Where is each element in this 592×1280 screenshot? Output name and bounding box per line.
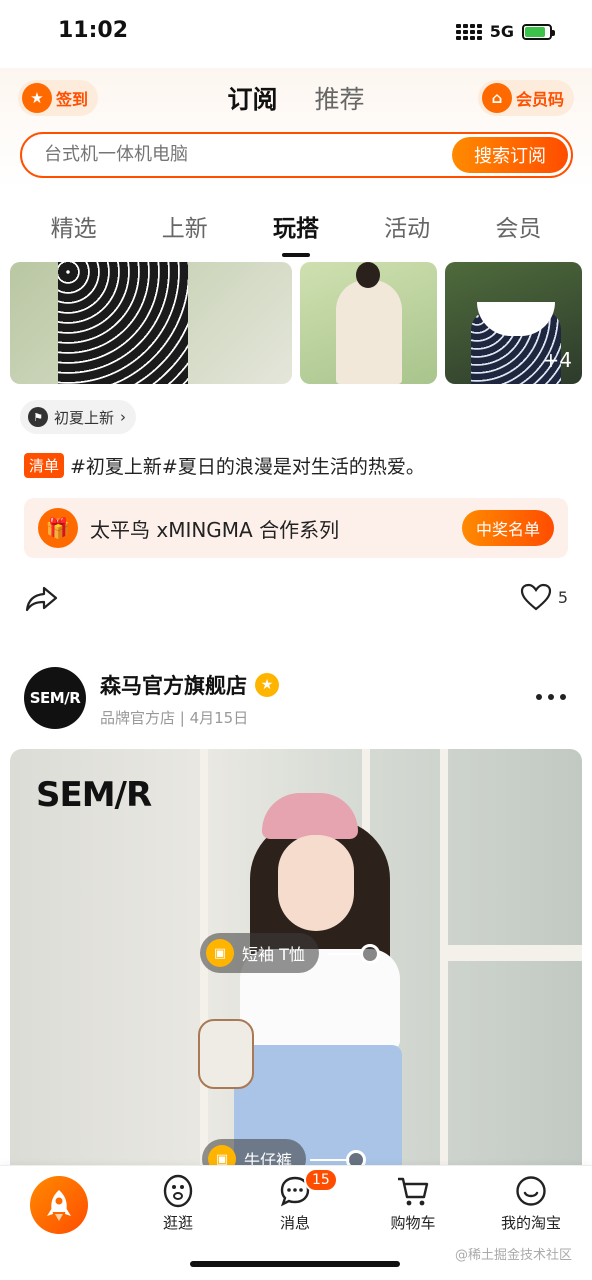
list-badge: 清单 — [24, 453, 65, 478]
member-code-label: 会员码 — [515, 90, 564, 109]
rocket-icon — [47, 1190, 71, 1221]
store-name-label: 森马官方旗舰店 — [100, 674, 247, 698]
tab-browse-label: 逛逛 — [162, 1214, 193, 1232]
topic-tag-label: 初夏上新 — [54, 408, 115, 427]
tab-recommend[interactable]: 推荐 — [315, 80, 365, 116]
share-icon[interactable] — [24, 585, 58, 613]
cart-icon — [396, 1174, 430, 1208]
verified-icon: ★ — [255, 673, 279, 697]
topic-tag[interactable]: ⚑ 初夏上新 › — [20, 400, 137, 434]
search-button[interactable]: 搜索订阅 — [452, 137, 568, 173]
heart-icon — [520, 583, 551, 611]
product-tag-tshirt[interactable]: ▣ 短袖 T恤 — [200, 933, 319, 973]
avatar[interactable]: SEM/R — [24, 667, 86, 729]
status-time: 11:02 — [58, 18, 129, 43]
battery-icon — [522, 23, 555, 40]
header: ★ 签到 订阅 推荐 ⌂ 会员码 搜索订阅 — [0, 68, 592, 188]
post-photo-2[interactable] — [300, 262, 437, 384]
member-code-icon: ⌂ — [481, 83, 512, 113]
post-main-photo[interactable]: SEM/R ▣ 短袖 T恤 ▣ 牛仔裤 — [10, 749, 582, 1179]
home-indicator[interactable] — [190, 1261, 400, 1267]
tab-featured[interactable]: 精选 — [51, 209, 97, 243]
promo-text: 太平鸟 xMINGMA 合作系列 — [90, 517, 340, 542]
product-tag-label: 短袖 T恤 — [242, 945, 305, 964]
browse-icon — [161, 1174, 195, 1208]
more-photos-count: +4 — [542, 348, 572, 372]
store-name[interactable]: 森马官方旗舰店 ★ — [100, 670, 279, 700]
network-type: 5G — [489, 22, 514, 41]
watermark: @稀土掘金技术社区 — [454, 1248, 572, 1263]
tab-subscribe[interactable]: 订阅 — [227, 80, 277, 116]
tab-browse[interactable]: 逛逛 — [133, 1174, 223, 1233]
profile-icon — [514, 1174, 548, 1208]
winners-list-button[interactable]: 中奖名单 — [461, 510, 554, 546]
tab-messages-label: 消息 — [279, 1214, 310, 1232]
gift-icon: 🎁 — [38, 508, 78, 548]
member-code-button[interactable]: ⌂ 会员码 — [477, 80, 574, 116]
unread-badge: 15 — [304, 1168, 338, 1192]
chevron-right-icon: › — [120, 408, 127, 426]
tab-cart-label: 购物车 — [390, 1214, 436, 1232]
brand-logo: SEM/R — [36, 775, 152, 815]
tab-my-taobao-label: 我的淘宝 — [500, 1214, 561, 1232]
tab-cart[interactable]: 购物车 — [368, 1174, 458, 1233]
post-photo-3[interactable]: +4 — [445, 262, 582, 384]
tab-activities[interactable]: 活动 — [384, 209, 430, 243]
tab-outfits[interactable]: 玩搭 — [273, 209, 319, 243]
battery-level — [525, 26, 546, 37]
promo-banner[interactable]: 🎁 太平鸟 xMINGMA 合作系列 中奖名单 — [24, 498, 568, 558]
tab-messages[interactable]: 消息 15 — [250, 1168, 340, 1233]
tab-membership[interactable]: 会员 — [495, 209, 541, 243]
like-count: 5 — [557, 587, 568, 607]
like-button[interactable]: 5 — [520, 583, 568, 611]
signal-icon — [455, 23, 482, 40]
search-bar: 搜索订阅 — [20, 132, 573, 178]
store-meta: 品牌官方店 | 4月15日 — [100, 709, 249, 727]
post-text: 清单 #初夏上新#夏日的浪漫是对生活的热爱。 — [24, 452, 425, 479]
flag-icon: ⚑ — [28, 407, 48, 427]
category-tabs: 精选 上新 玩搭 活动 会员 — [0, 195, 592, 257]
tab-my-taobao[interactable]: 我的淘宝 — [486, 1174, 576, 1233]
shopping-bag-icon: ▣ — [206, 939, 234, 967]
tab-new-arrivals[interactable]: 上新 — [162, 209, 208, 243]
search-input[interactable] — [44, 144, 424, 165]
home-button[interactable] — [30, 1176, 88, 1234]
more-icon[interactable] — [536, 694, 566, 700]
status-indicators: 5G — [455, 22, 555, 41]
post-caption: #初夏上新#夏日的浪漫是对生活的热爱。 — [70, 456, 425, 478]
status-bar: 11:02 5G — [0, 0, 592, 68]
post-photo-1[interactable] — [10, 262, 292, 384]
